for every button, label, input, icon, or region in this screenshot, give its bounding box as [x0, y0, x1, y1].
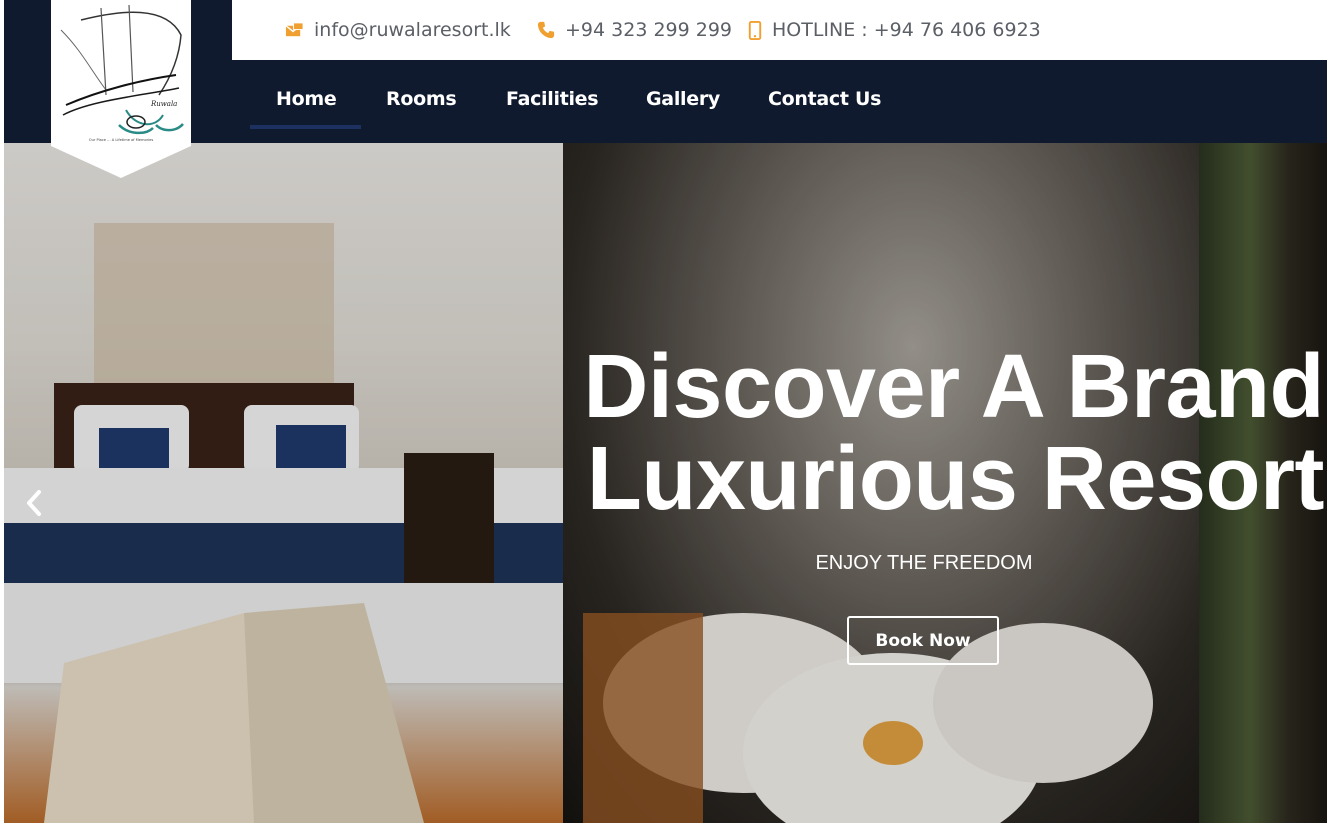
logo-name: Ruwala [150, 100, 177, 108]
resort-logo[interactable]: Ruwala Our Place ... A Lifetime of Memor… [51, 0, 191, 178]
nav-facilities[interactable]: Facilities [506, 88, 599, 114]
nav-contact-us[interactable]: Contact Us [768, 88, 881, 114]
nav-rooms[interactable]: Rooms [386, 88, 457, 114]
hero-title-line-1: Discover A Brand [583, 337, 1324, 437]
email-text[interactable]: info@ruwalaresort.lk [314, 19, 511, 41]
book-now-button[interactable]: Book Now [847, 616, 999, 665]
mobile-icon [748, 20, 762, 40]
hero-title: Discover A Brand Luxurious Resort [564, 341, 1324, 525]
nav-home[interactable]: Home [276, 88, 337, 114]
email-icon [285, 21, 304, 36]
nav-active-indicator [250, 125, 361, 129]
phone-text[interactable]: +94 323 299 299 [565, 19, 732, 41]
contact-phone[interactable]: +94 323 299 299 [537, 0, 732, 60]
nav-gallery[interactable]: Gallery [646, 88, 720, 114]
hotline-text[interactable]: HOTLINE : +94 76 406 6923 [772, 19, 1041, 41]
phone-icon [537, 21, 555, 39]
hero-title-line-2: Luxurious Resort [586, 429, 1325, 529]
hero-slider: Discover A Brand Luxurious Resort ENJOY … [4, 143, 1327, 823]
chevron-left-icon[interactable] [22, 488, 46, 518]
contact-hotline[interactable]: HOTLINE : +94 76 406 6923 [748, 0, 1041, 60]
logo-tagline: Our Place ... A Lifetime of Memories [89, 138, 154, 142]
hero-subtitle: ENJOY THE FREEDOM [815, 552, 1033, 574]
contact-email[interactable]: info@ruwalaresort.lk [285, 0, 511, 60]
